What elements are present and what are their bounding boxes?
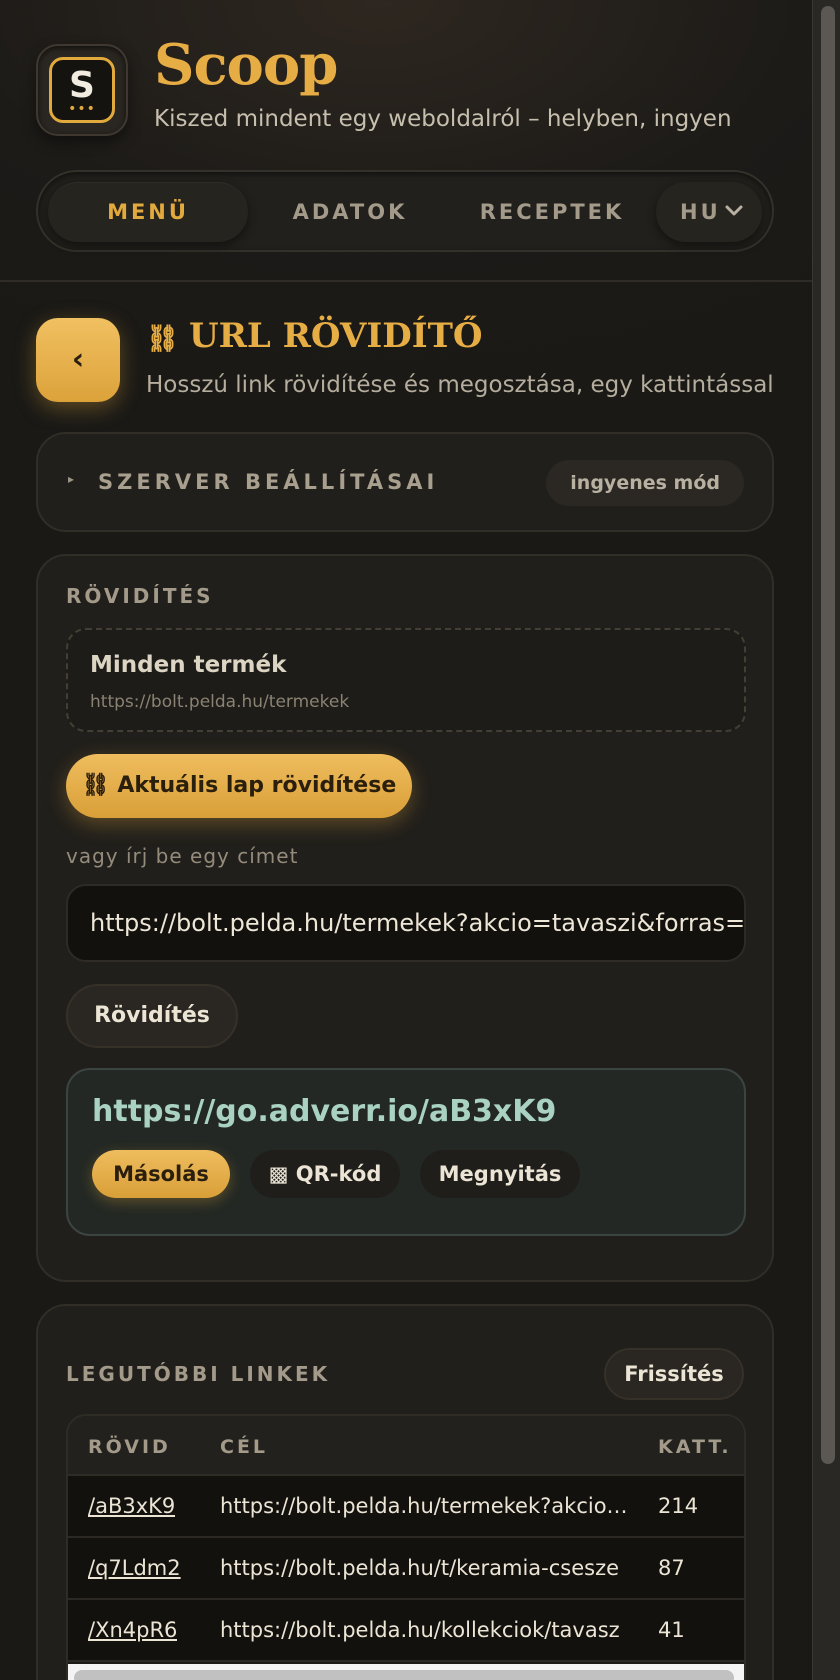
- shorten-section-label: RÖVIDÍTÉS: [66, 584, 214, 608]
- header-divider: [0, 280, 812, 282]
- language-value: HU: [680, 200, 721, 224]
- logo-mark: S •••: [49, 57, 115, 123]
- table-row: /q7Ldm2 https://bolt.pelda.hu/t/keramia-…: [68, 1538, 744, 1600]
- shorten-card: RÖVIDÍTÉS Minden termék https://bolt.pel…: [36, 554, 774, 1282]
- open-link-button[interactable]: Megnyitás: [420, 1150, 580, 1198]
- nav-tab-menu[interactable]: MENÜ: [48, 182, 248, 242]
- logo-letter: S: [69, 65, 95, 106]
- page-scrollbar-thumb[interactable]: [821, 6, 835, 1464]
- result-box: https://go.adverr.io/aB3xK9 Másolás ▩ QR…: [66, 1068, 746, 1236]
- app-logo: S •••: [36, 44, 128, 136]
- target-url: https://bolt.pelda.hu/termekek?akcio=tav…: [220, 1494, 630, 1518]
- recent-section-label: LEGUTÓBBI LINKEK: [66, 1362, 331, 1386]
- short-url-result[interactable]: https://go.adverr.io/aB3xK9: [92, 1094, 556, 1129]
- table-scrollbar-thumb[interactable]: [74, 1670, 734, 1680]
- current-page-title: Minden termék: [90, 652, 287, 678]
- click-count: 41: [658, 1618, 685, 1642]
- column-header-clicks[interactable]: KATT.: [658, 1436, 732, 1458]
- click-count: 87: [658, 1556, 685, 1580]
- column-header-target[interactable]: CÉL: [220, 1436, 268, 1458]
- app-page: S ••• Scoop Kiszed mindent egy weboldalr…: [0, 0, 812, 1680]
- mode-badge: ingyenes mód: [546, 460, 744, 506]
- target-url: https://bolt.pelda.hu/kollekciok/tavasz: [220, 1618, 620, 1642]
- tool-title: ⛓ URL RÖVIDÍTŐ: [146, 316, 483, 356]
- copy-button[interactable]: Másolás: [92, 1150, 230, 1198]
- target-url: https://bolt.pelda.hu/t/keramia-csesze: [220, 1556, 620, 1580]
- nav-tab-data[interactable]: ADATOK: [250, 182, 450, 242]
- caret-right-icon: ▸: [68, 472, 75, 486]
- short-link[interactable]: /q7Ldm2: [88, 1556, 181, 1580]
- short-link[interactable]: /aB3xK9: [88, 1494, 175, 1518]
- server-settings-label: SZERVER BEÁLLÍTÁSAI: [98, 470, 439, 494]
- main-nav: MENÜ ADATOK RECEPTEK HU: [36, 170, 774, 252]
- short-link[interactable]: /Xn4pR6: [88, 1618, 177, 1642]
- logo-dots: •••: [68, 101, 96, 117]
- app-title: Scoop: [154, 32, 338, 98]
- current-page-box: Minden termék https://bolt.pelda.hu/term…: [66, 628, 746, 732]
- link-icon: ⛓: [146, 324, 180, 354]
- tool-subtitle: Hosszú link rövidítése és megosztása, eg…: [146, 372, 774, 398]
- table-row: /Xn4pR6 https://bolt.pelda.hu/kollekciok…: [68, 1600, 744, 1662]
- table-header: RÖVID CÉL KATT.: [68, 1416, 744, 1476]
- server-settings-toggle[interactable]: ▸ SZERVER BEÁLLÍTÁSAI ingyenes mód: [36, 432, 774, 532]
- chevron-down-icon: [725, 205, 743, 216]
- recent-links-table: RÖVID CÉL KATT. /aB3xK9 https://bolt.pel…: [66, 1414, 746, 1680]
- shorten-current-page-button[interactable]: ⛓ Aktuális lap rövidítése: [66, 754, 412, 818]
- click-count: 214: [658, 1494, 699, 1518]
- column-header-short[interactable]: RÖVID: [88, 1436, 171, 1458]
- back-button[interactable]: ‹: [36, 318, 120, 402]
- table-horizontal-scrollbar[interactable]: [68, 1664, 744, 1680]
- nav-tab-recipes[interactable]: RECEPTEK: [452, 182, 652, 242]
- refresh-button[interactable]: Frissítés: [604, 1348, 744, 1400]
- page-scrollbar[interactable]: [812, 0, 840, 1680]
- shorten-button[interactable]: Rövidítés: [66, 984, 238, 1048]
- url-input[interactable]: https://bolt.pelda.hu/termekek?akcio=tav…: [66, 884, 746, 962]
- table-row: /aB3xK9 https://bolt.pelda.hu/termekek?a…: [68, 1476, 744, 1538]
- language-select[interactable]: HU: [656, 182, 762, 242]
- or-label: vagy írj be egy címet: [66, 844, 299, 868]
- app-subtitle: Kiszed mindent egy weboldalról – helyben…: [154, 106, 732, 132]
- current-page-url: https://bolt.pelda.hu/termekek: [90, 692, 350, 712]
- recent-links-card: LEGUTÓBBI LINKEK Frissítés RÖVID CÉL KAT…: [36, 1304, 774, 1680]
- qr-code-button[interactable]: ▩ QR-kód: [250, 1150, 400, 1198]
- tool-title-text: URL RÖVIDÍTŐ: [189, 316, 483, 356]
